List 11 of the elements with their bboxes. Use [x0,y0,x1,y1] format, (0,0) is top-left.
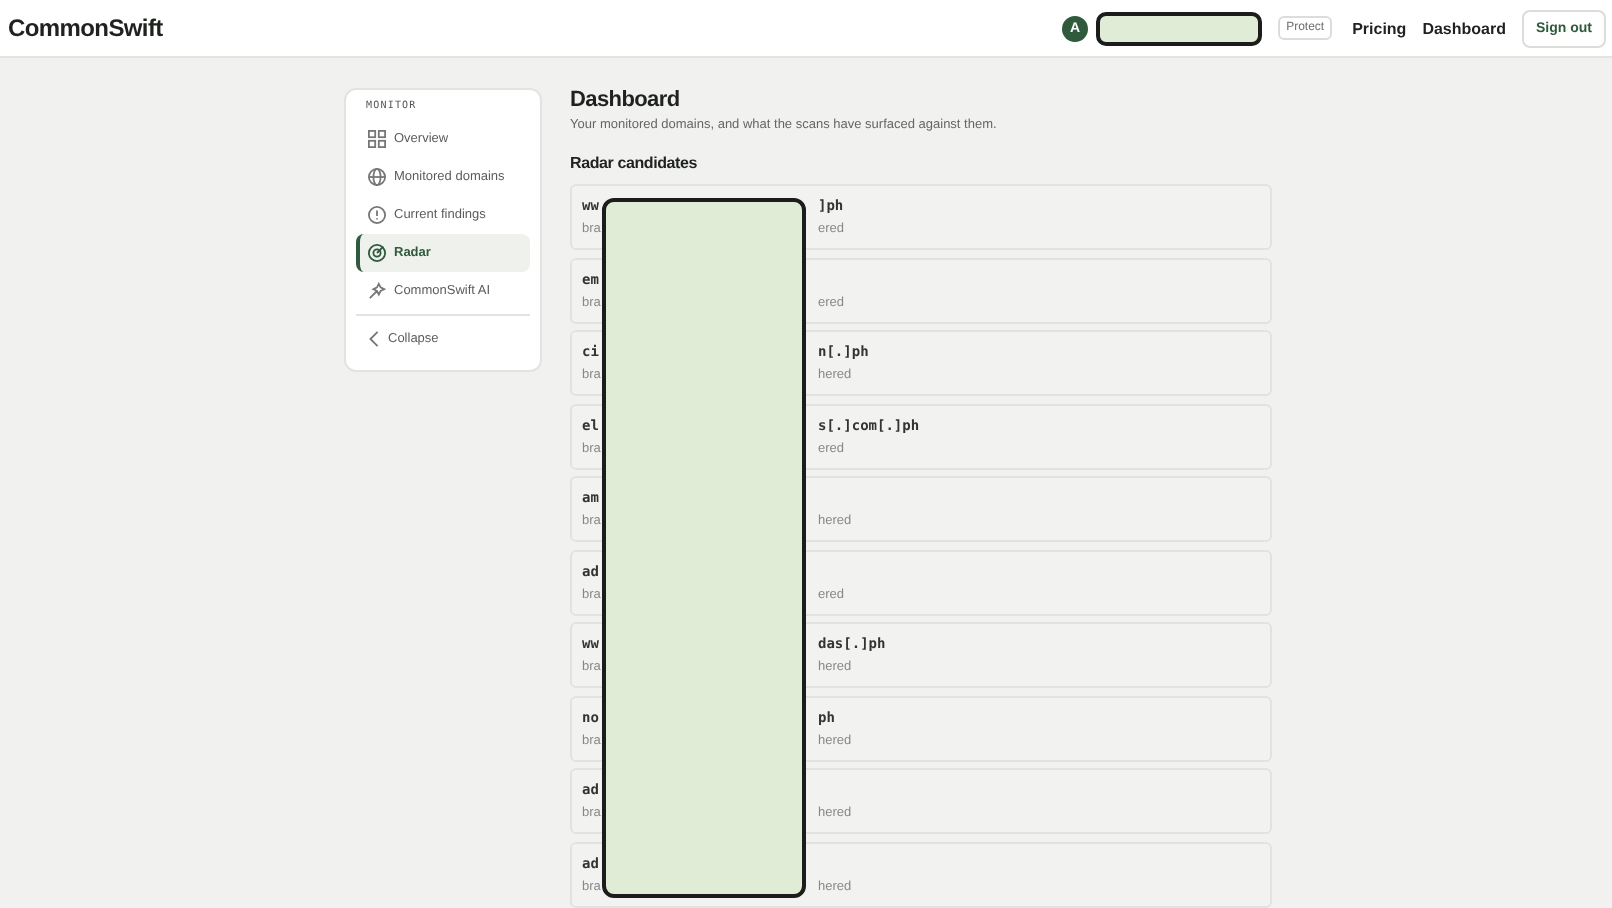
nav-link[interactable]: Dashboard [1422,19,1506,37]
nav-link[interactable]: Pricing [1352,19,1407,37]
section-heading: Radar candidates [570,154,699,172]
page-title: Dashboard [570,88,682,112]
chevron-left-icon [368,330,380,348]
sparkle-icon [368,282,386,300]
globe-icon [368,168,386,186]
grid-icon [368,130,386,148]
radar-icon [368,244,386,262]
alert-icon [368,206,386,224]
logo[interactable]: CommonSwift [8,14,163,42]
